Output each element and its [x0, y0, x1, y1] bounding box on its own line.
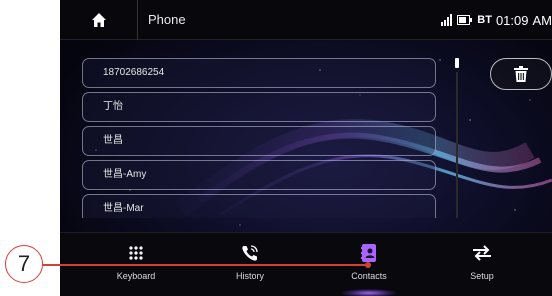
clock-ampm: AM: [532, 12, 552, 28]
clock-time: 01:09: [495, 12, 529, 28]
contact-row[interactable]: 世昌-Amy: [82, 160, 436, 190]
keypad-icon: [129, 246, 143, 260]
contact-name: 丁怡: [103, 101, 123, 112]
bluetooth-label: BT: [477, 14, 492, 26]
contacts-book-icon: [361, 244, 376, 262]
signal-icon: [441, 14, 453, 26]
tab-label: Contacts: [351, 271, 387, 281]
phone-call-icon: [242, 245, 258, 261]
tab-label: Keyboard: [116, 271, 156, 281]
status-indicators: BT 01:09 AM: [441, 0, 552, 40]
contact-row[interactable]: 世昌: [82, 126, 436, 156]
tab-setup[interactable]: Setup: [432, 233, 532, 296]
tab-label: History: [235, 271, 264, 281]
callout-leader-dot: [365, 262, 371, 268]
contact-name: 世昌: [103, 135, 123, 146]
tab-label: Setup: [470, 271, 494, 281]
figure-stage: Phone BT 01:09 AM 18702686254 丁怡 世昌 世昌-A…: [0, 0, 552, 296]
contact-name: 世昌-Amy: [103, 169, 147, 180]
status-bar: Phone BT 01:09 AM: [60, 0, 552, 40]
contact-row[interactable]: 18702686254: [82, 58, 436, 88]
callout-number: 7: [5, 245, 43, 283]
list-scrollbar[interactable]: [455, 58, 459, 218]
contact-name: 18702686254: [103, 67, 165, 78]
page-title: Phone: [148, 12, 186, 27]
contact-name: 世昌-Mar: [103, 203, 144, 214]
home-button[interactable]: [60, 0, 138, 40]
battery-icon: [457, 15, 473, 25]
home-icon: [91, 13, 106, 27]
contact-row[interactable]: 世昌-Mar: [82, 194, 436, 218]
contact-row[interactable]: 丁怡: [82, 92, 436, 122]
trash-icon: [514, 66, 528, 82]
scroll-track: [456, 72, 458, 218]
callout-leader-line: [43, 264, 368, 266]
active-tab-indicator: [342, 289, 396, 296]
head-unit-screen: Phone BT 01:09 AM 18702686254 丁怡 世昌 世昌-A…: [60, 0, 552, 296]
delete-button[interactable]: [490, 58, 552, 90]
swap-arrows-icon: [473, 245, 491, 261]
scroll-thumb[interactable]: [455, 58, 459, 68]
